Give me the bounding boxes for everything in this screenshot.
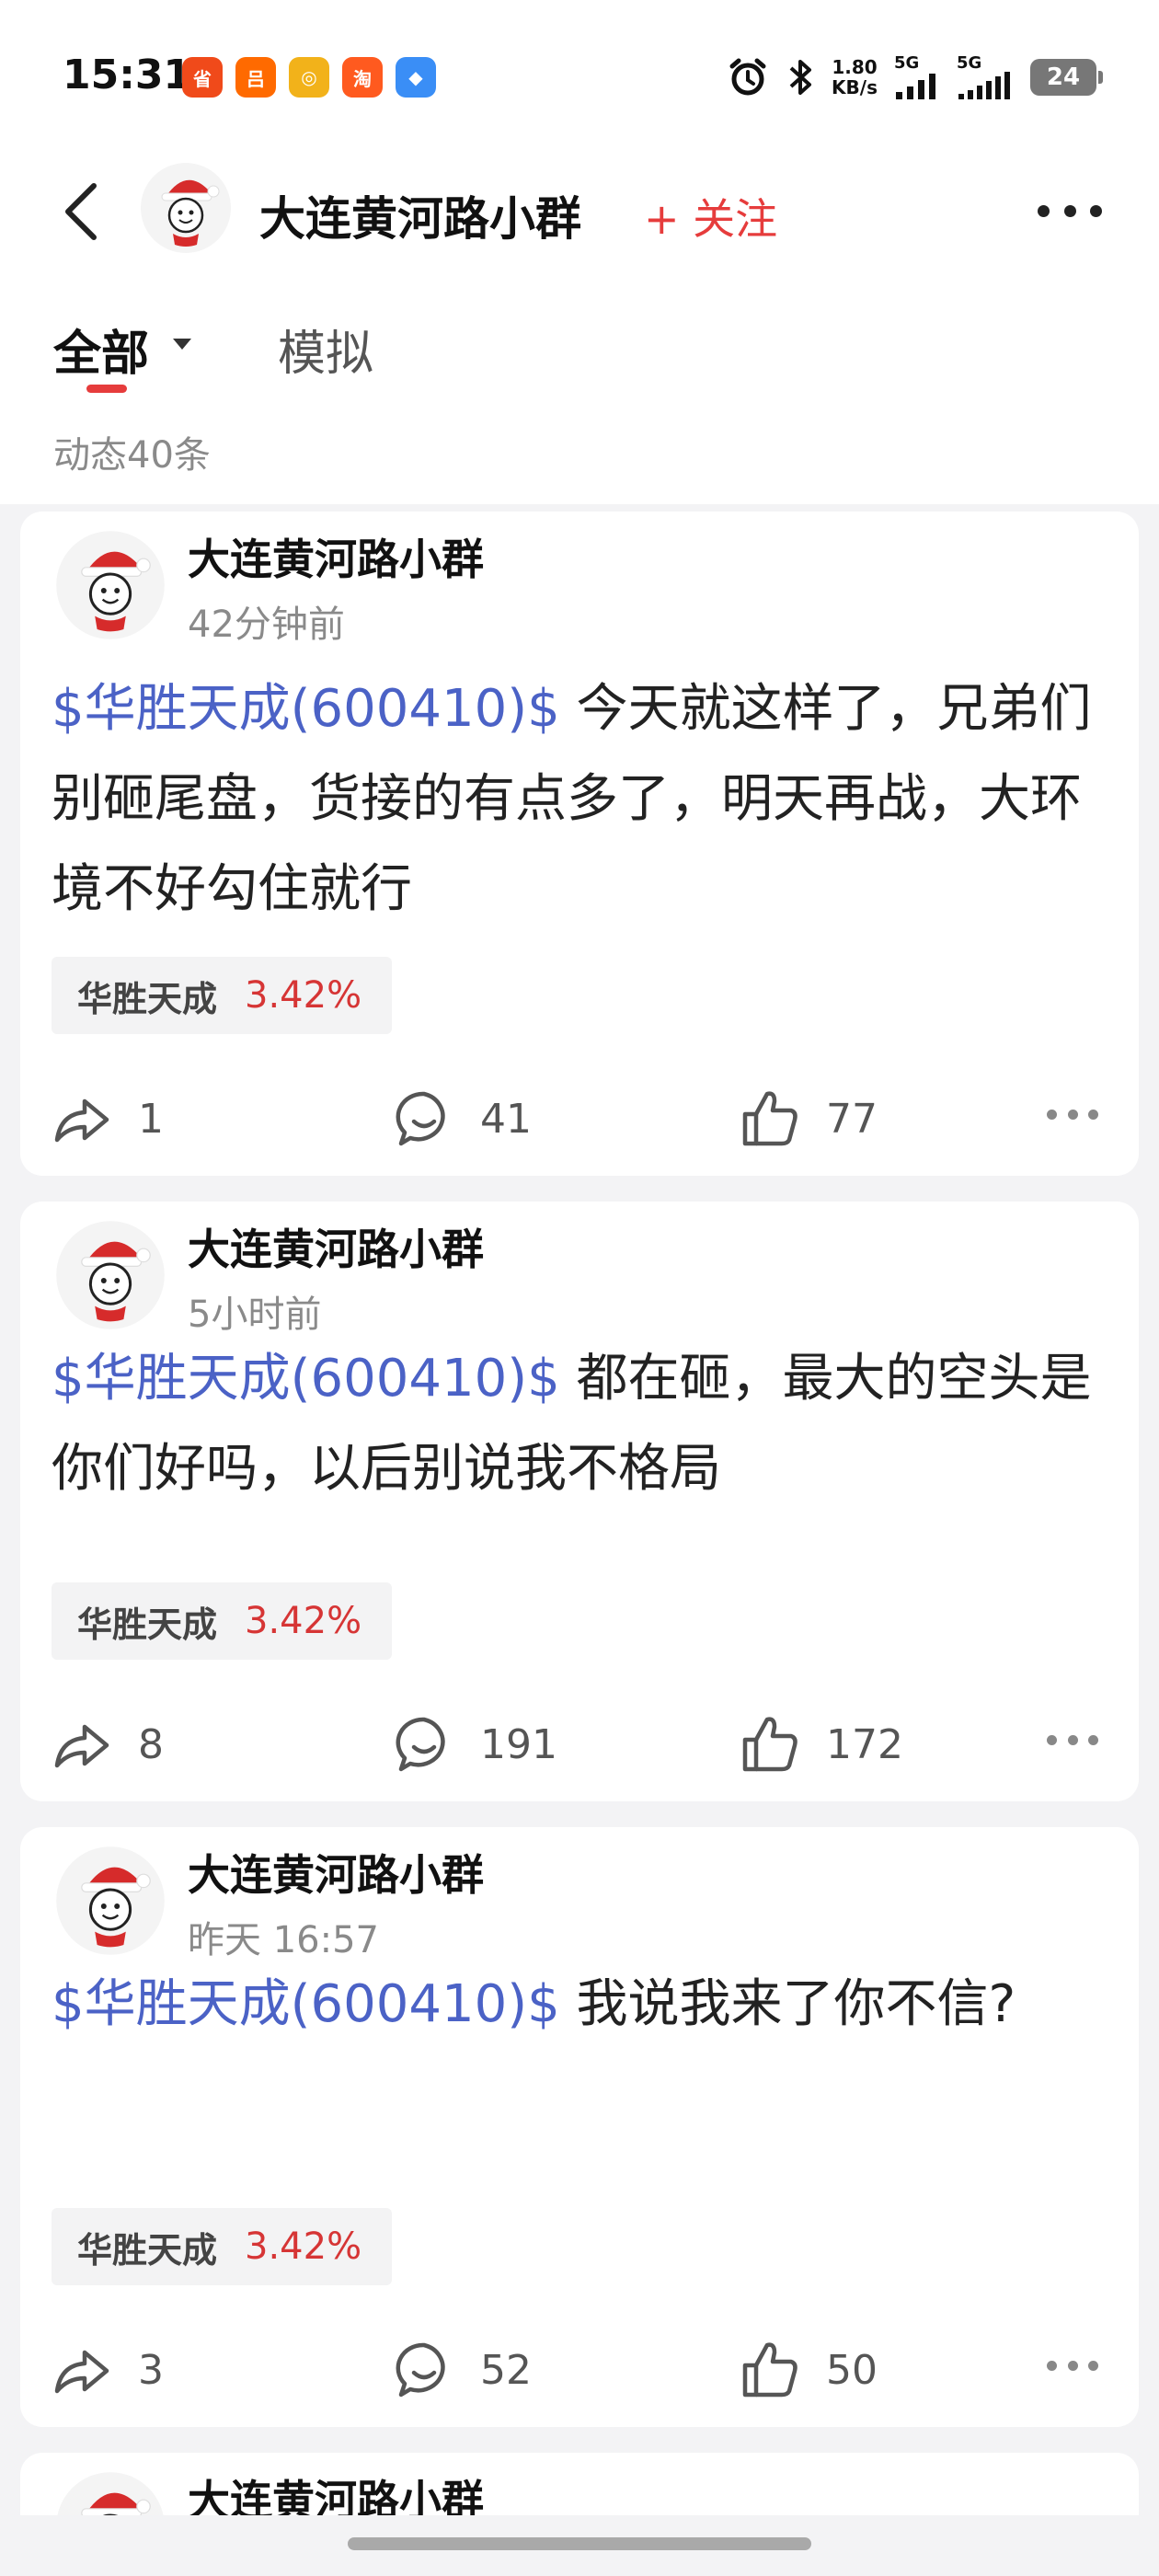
stock-name: 华胜天成 <box>77 1604 218 1645</box>
signal-bars-icon <box>958 72 1010 99</box>
stock-change: 3.42% <box>245 2225 362 2268</box>
comment-icon <box>396 2342 445 2398</box>
thumbs-up-icon <box>742 2342 798 2398</box>
post-card[interactable]: 大连黄河路小群 42分钟前 $华胜天成(600410)$ 今天就这样了，兄弟们别… <box>20 512 1139 1176</box>
comment-button[interactable]: 41 <box>392 1082 532 1156</box>
post-more-icon[interactable] <box>1047 1735 1098 1748</box>
tab-all[interactable]: 全部 <box>53 315 149 384</box>
post-card[interactable]: 大连黄河路小群 5小时前 $华胜天成(600410)$ 都在砸，最大的空头是你们… <box>20 1202 1139 1801</box>
share-count: 8 <box>138 1720 164 1768</box>
like-button[interactable]: 50 <box>738 2333 878 2407</box>
share-icon <box>54 2350 109 2394</box>
stock-tag-link[interactable]: $华胜天成(600410)$ <box>52 1349 560 1409</box>
page-title: 大连黄河路小群 <box>259 192 581 246</box>
stock-chip[interactable]: 华胜天成 3.42% <box>52 2208 392 2285</box>
avatar[interactable] <box>55 1846 166 1956</box>
comment-icon <box>396 1717 445 1772</box>
stock-name: 华胜天成 <box>77 2229 218 2271</box>
post-body[interactable]: $华胜天成(600410)$ 我说我来了你不信? <box>52 1960 1119 2050</box>
alarm-icon <box>729 58 766 96</box>
stock-change: 3.42% <box>245 974 362 1017</box>
orange-app-icon: 吕 <box>235 57 276 98</box>
stock-chip[interactable]: 华胜天成 3.42% <box>52 1582 392 1660</box>
signal-1-label: 5G <box>894 53 920 73</box>
post-time: 42分钟前 <box>188 604 345 646</box>
stock-chip[interactable]: 华胜天成 3.42% <box>52 957 392 1034</box>
share-count: 1 <box>138 1095 164 1143</box>
comment-count: 191 <box>480 1720 557 1768</box>
thumbs-up-icon <box>742 1091 798 1146</box>
status-bar: 15:31 省 吕 ◎ 淘 ◆ 1.80 KB/s 5G 5G 24 <box>0 0 1159 156</box>
share-button[interactable]: 3 <box>50 2333 164 2407</box>
post-more-icon[interactable] <box>1047 1110 1098 1122</box>
active-tab-indicator <box>86 385 127 393</box>
follow-button[interactable]: + 关注 <box>644 186 777 247</box>
avatar[interactable] <box>140 162 232 254</box>
like-count: 77 <box>826 1095 878 1143</box>
notification-icons: 省 吕 ◎ 淘 ◆ <box>182 57 436 98</box>
post-more-icon[interactable] <box>1047 2361 1098 2374</box>
taobao-deals-icon: 省 <box>182 57 223 98</box>
share-count: 3 <box>138 2346 164 2394</box>
post-body[interactable]: $华胜天成(600410)$ 今天就这样了，兄弟们别砸尾盘，货接的有点多了，明天… <box>52 664 1119 935</box>
comment-button[interactable]: 52 <box>392 2333 532 2407</box>
comment-button[interactable]: 191 <box>392 1708 557 1781</box>
post-actions: 3 52 50 <box>20 2333 1139 2407</box>
thumbs-up-icon <box>742 1717 798 1772</box>
comment-count: 41 <box>480 1095 532 1143</box>
stock-tag-link[interactable]: $华胜天成(600410)$ <box>52 1974 560 2034</box>
back-arrow-icon[interactable] <box>57 180 107 243</box>
like-count: 50 <box>826 2346 878 2394</box>
network-speed-unit: KB/s <box>832 76 878 98</box>
tab-simulated[interactable]: 模拟 <box>278 315 373 384</box>
post-time: 5小时前 <box>188 1294 322 1336</box>
post-author[interactable]: 大连黄河路小群 <box>188 526 484 587</box>
like-count: 172 <box>826 1720 903 1768</box>
post-text: 我说我来了你不信? <box>559 1974 1016 2034</box>
bluetooth-icon <box>789 60 812 95</box>
signal-2-label: 5G <box>957 53 982 73</box>
stock-change: 3.42% <box>245 1600 362 1642</box>
battery-indicator: 24 <box>1030 59 1103 96</box>
page-header-area: 15:31 省 吕 ◎ 淘 ◆ 1.80 KB/s 5G 5G 24 大连黄河路… <box>0 0 1159 504</box>
post-actions: 8 191 172 <box>20 1708 1139 1781</box>
signal-bars-icon <box>896 74 935 99</box>
like-button[interactable]: 77 <box>738 1082 878 1156</box>
avatar[interactable] <box>55 530 166 640</box>
chevron-down-icon[interactable] <box>173 339 191 350</box>
comment-icon <box>396 1091 445 1146</box>
blue-app-icon: ◆ <box>396 57 436 98</box>
home-indicator[interactable] <box>348 2537 811 2550</box>
comment-count: 52 <box>480 2346 532 2394</box>
share-icon <box>54 1098 109 1143</box>
post-author[interactable]: 大连黄河路小群 <box>188 1216 484 1277</box>
stock-tag-link[interactable]: $华胜天成(600410)$ <box>52 679 560 739</box>
status-time: 15:31 <box>63 52 192 98</box>
post-card[interactable]: 大连黄河路小群 昨天 16:57 $华胜天成(600410)$ 我说我来了你不信… <box>20 1827 1139 2427</box>
network-speed-value: 1.80 <box>832 56 878 78</box>
post-body[interactable]: $华胜天成(600410)$ 都在砸，最大的空头是你们好吗，以后别说我不格局 <box>52 1334 1119 1514</box>
avatar[interactable] <box>55 1220 166 1330</box>
like-button[interactable]: 172 <box>738 1708 903 1781</box>
stock-name: 华胜天成 <box>77 978 218 1019</box>
post-time: 昨天 16:57 <box>188 1919 379 1961</box>
post-actions: 1 41 77 <box>20 1082 1139 1156</box>
signal-2: 5G <box>957 55 1014 99</box>
share-button[interactable]: 8 <box>50 1708 164 1781</box>
share-icon <box>54 1724 109 1768</box>
status-indicators: 1.80 KB/s 5G 5G 24 <box>727 52 1103 103</box>
post-count: 动态40条 <box>53 434 211 477</box>
lottery-app-icon: ◎ <box>289 57 329 98</box>
signal-1: 5G <box>894 55 940 99</box>
share-button[interactable]: 1 <box>50 1082 164 1156</box>
more-options-icon[interactable] <box>1038 199 1102 223</box>
taobao-icon: 淘 <box>342 57 383 98</box>
network-speed: 1.80 KB/s <box>832 57 878 98</box>
post-author[interactable]: 大连黄河路小群 <box>188 1842 484 1903</box>
